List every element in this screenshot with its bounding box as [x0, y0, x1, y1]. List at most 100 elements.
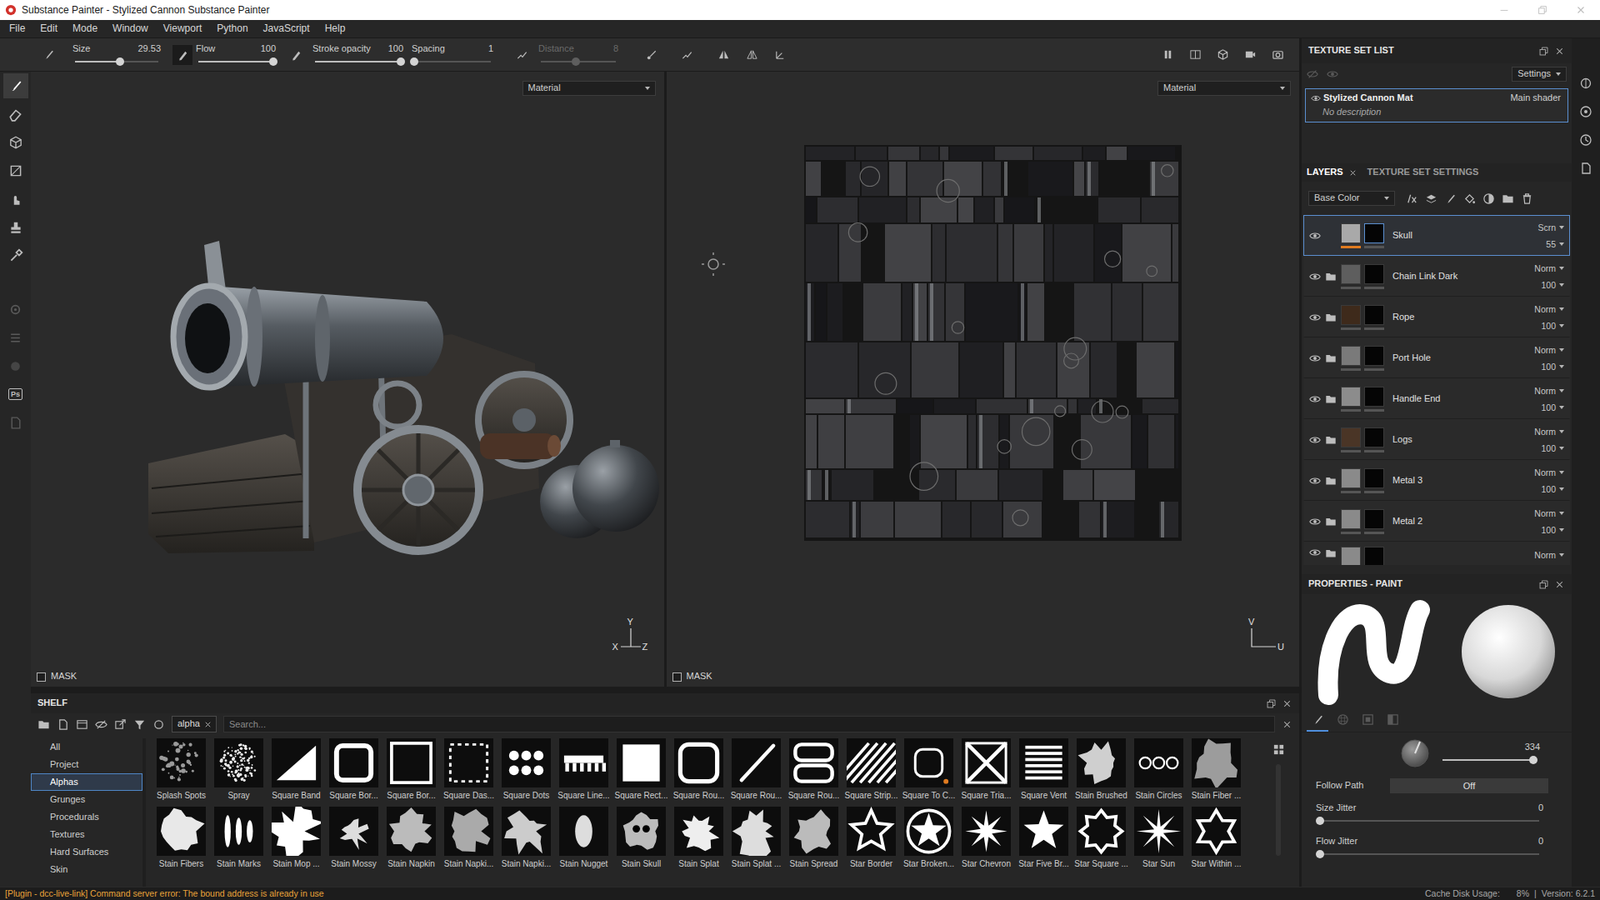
alpha-thumbnail[interactable] [961, 738, 1011, 788]
alpha-item[interactable]: Stain Napki... [440, 806, 498, 875]
eye-icon[interactable] [1309, 475, 1321, 487]
opacity-dropdown[interactable]: 55 [1545, 235, 1565, 253]
uv-viewport[interactable]: MaterialVUMASK [666, 71, 1300, 687]
properties-tab[interactable] [1331, 709, 1354, 732]
layer-mask-thumbnail[interactable] [1364, 509, 1385, 530]
filter-icon[interactable] [133, 718, 146, 731]
side-tool-button[interactable] [3, 353, 29, 379]
menu-item[interactable]: File [1, 20, 33, 38]
alpha-item[interactable]: Stain Napki... [497, 806, 555, 875]
layer-row[interactable]: LogsNorm100 [1303, 419, 1570, 460]
alpha-item[interactable]: Spray [210, 738, 268, 807]
minimize-button[interactable] [1485, 0, 1524, 20]
alpha-item[interactable]: Square Strip... [842, 738, 900, 807]
layer-row[interactable]: Metal 2Norm100 [1303, 500, 1570, 542]
alpha-thumbnail[interactable] [559, 738, 609, 788]
symmetry-axes-button[interactable] [770, 45, 790, 65]
layer-row[interactable]: Metal 3Norm100 [1303, 460, 1570, 501]
close-icon[interactable] [1554, 579, 1565, 590]
polygon-fill-tool[interactable] [3, 158, 29, 184]
category-item[interactable]: Alphas [30, 773, 143, 791]
alpha-item[interactable]: Square Bor... [382, 738, 440, 807]
blend-mode-dropdown[interactable]: Norm [1534, 382, 1565, 400]
layer-mask-thumbnail[interactable] [1364, 345, 1385, 366]
alpha-thumbnail[interactable] [501, 806, 551, 856]
path-button[interactable] [676, 45, 697, 65]
category-item[interactable]: Grunges [30, 790, 143, 809]
side-tool-button[interactable] [3, 325, 29, 350]
layer-row[interactable]: Norm [1303, 541, 1570, 565]
layer-thumbnail[interactable] [1340, 345, 1361, 366]
screenshot-button[interactable] [1267, 45, 1288, 65]
smudge-tool[interactable] [3, 186, 29, 212]
slider-group[interactable]: Flow100 [194, 43, 278, 67]
alpha-thumbnail[interactable] [616, 806, 666, 856]
viewport-canvas[interactable]: VU [666, 96, 1300, 667]
add-paint-layer-icon[interactable] [1442, 189, 1458, 208]
eye-icon[interactable] [1310, 93, 1321, 104]
alpha-thumbnail[interactable] [1076, 738, 1126, 788]
layer-row[interactable]: Handle EndNorm100 [1303, 378, 1570, 420]
projection-tool[interactable] [3, 130, 29, 155]
layer-name[interactable]: Port Hole [1392, 352, 1528, 364]
symmetry-mode-button[interactable] [741, 45, 762, 65]
alpha-thumbnail[interactable] [156, 738, 206, 788]
side-tool-button[interactable] [3, 410, 29, 435]
layer-row[interactable]: Port HoleNorm100 [1303, 337, 1570, 379]
alpha-item[interactable]: Square Band [267, 738, 325, 807]
close-icon[interactable] [1554, 45, 1565, 57]
close-button[interactable] [1561, 0, 1600, 20]
properties-tab[interactable] [1306, 709, 1329, 732]
slider-value[interactable]: 29.53 [137, 43, 161, 55]
layer-name[interactable]: Skull [1392, 230, 1528, 241]
blend-mode-dropdown[interactable]: Norm [1534, 505, 1565, 522]
opacity-dropdown[interactable]: 100 [1540, 480, 1565, 498]
alpha-thumbnail[interactable] [559, 806, 609, 856]
strip-button[interactable] [1575, 130, 1596, 150]
slider-track-handle[interactable] [269, 57, 278, 66]
remove-filter-icon[interactable] [203, 720, 213, 730]
layer-mask-thumbnail[interactable] [1364, 427, 1385, 448]
layer-name[interactable]: Metal 3 [1392, 475, 1528, 486]
slider-value[interactable]: 100 [260, 43, 276, 55]
layer-name[interactable]: Metal 2 [1392, 515, 1528, 527]
strip-button[interactable] [1575, 158, 1596, 179]
blend-mode-dropdown[interactable]: Norm [1534, 260, 1565, 277]
slider-group[interactable]: Size29.53 [70, 43, 163, 67]
symmetry-button[interactable] [713, 45, 734, 65]
alpha-item[interactable]: Stain Nugget [555, 806, 613, 875]
add-mask-icon[interactable] [1480, 189, 1496, 208]
slider-track[interactable] [414, 60, 491, 63]
maximize-button[interactable] [1523, 0, 1562, 20]
layer-mask-thumbnail[interactable] [1364, 264, 1385, 285]
settings-dropdown[interactable]: Settings [1511, 66, 1567, 82]
category-item[interactable]: All [30, 738, 143, 756]
strip-button[interactable] [1575, 101, 1596, 122]
alpha-thumbnail[interactable] [674, 806, 724, 856]
alpha-thumbnail[interactable] [1191, 806, 1241, 856]
alpha-item[interactable]: Square Rou... [670, 738, 728, 807]
mask-checkbox[interactable] [36, 672, 46, 682]
layer-mask-thumbnail[interactable] [1364, 468, 1385, 489]
menu-item[interactable]: Mode [65, 20, 105, 38]
alpha-item[interactable]: Star Border [842, 806, 900, 875]
pressure-button[interactable] [172, 45, 193, 65]
opacity-dropdown[interactable]: 100 [1540, 317, 1565, 335]
alpha-item[interactable]: Stain Mossy [325, 806, 383, 875]
close-icon[interactable] [1281, 698, 1293, 710]
alpha-thumbnail[interactable] [444, 806, 494, 856]
channel-dropdown[interactable]: Base Color [1308, 190, 1395, 206]
alpha-item[interactable]: Square Line... [555, 738, 613, 807]
alpha-thumbnail[interactable] [1019, 806, 1069, 856]
menu-item[interactable]: Python [209, 20, 255, 38]
alpha-item[interactable]: Stain Spread [785, 806, 843, 875]
clear-search-icon[interactable] [1281, 719, 1293, 730]
alpha-thumbnail[interactable] [731, 738, 781, 788]
alpha-item[interactable]: Stain Splat ... [727, 806, 785, 875]
add-fill-layer-icon[interactable] [1461, 189, 1477, 208]
shelf-scrollbar[interactable] [1275, 764, 1281, 856]
effects-icon[interactable] [1404, 189, 1420, 208]
layer-name[interactable]: Handle End [1392, 393, 1528, 405]
alpha-thumbnail[interactable] [329, 738, 379, 788]
hide-icon[interactable] [1306, 68, 1319, 80]
